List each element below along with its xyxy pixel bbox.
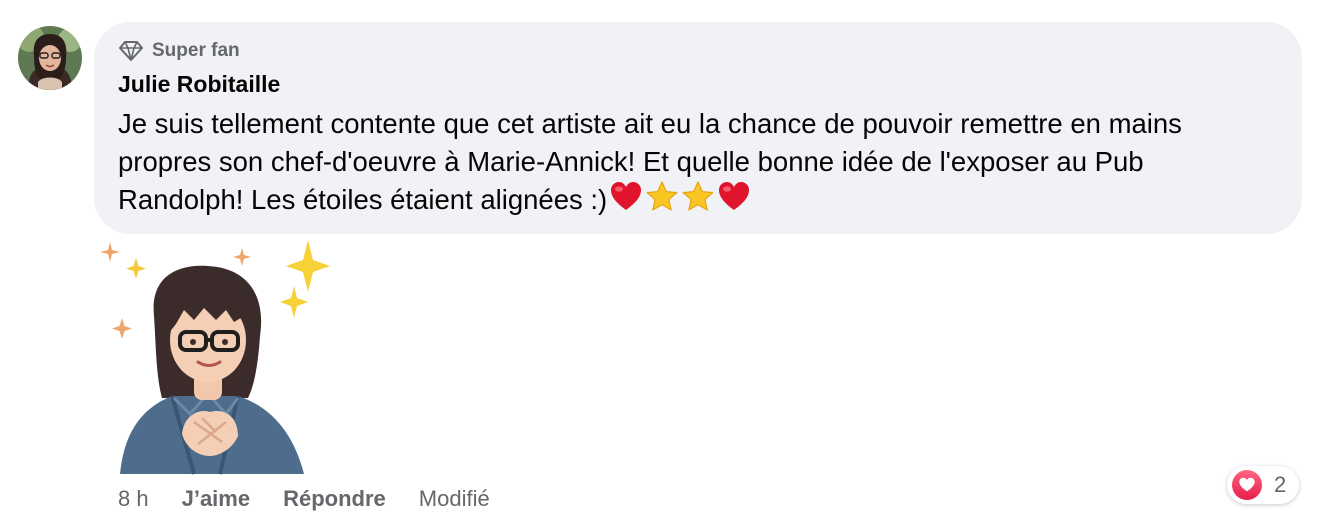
star-icon bbox=[682, 181, 714, 211]
red-heart-icon bbox=[719, 182, 750, 210]
sparkle-icon bbox=[233, 248, 251, 266]
reaction-summary[interactable]: 2 bbox=[1227, 466, 1299, 504]
sparkle-icon bbox=[126, 258, 146, 279]
sparkle-icon bbox=[112, 318, 132, 339]
comment-actions: 8 h J’aime Répondre Modifié bbox=[118, 486, 490, 512]
author-avatar[interactable] bbox=[18, 26, 82, 90]
love-reaction-icon bbox=[1232, 470, 1262, 500]
avatar-photo bbox=[18, 26, 82, 90]
like-button[interactable]: J’aime bbox=[182, 486, 251, 512]
comment-emojis bbox=[609, 180, 751, 214]
sparkle-icon bbox=[286, 240, 330, 292]
reaction-count: 2 bbox=[1274, 472, 1287, 497]
comment-bubble: Super fan Julie Robitaille Je suis telle… bbox=[94, 22, 1302, 234]
sparkle-icon bbox=[280, 286, 308, 318]
edited-label[interactable]: Modifié bbox=[419, 486, 490, 512]
timestamp[interactable]: 8 h bbox=[118, 486, 149, 512]
diamond-icon bbox=[119, 41, 143, 61]
reply-button[interactable]: Répondre bbox=[283, 486, 386, 512]
super-fan-badge[interactable]: Super fan bbox=[118, 40, 240, 62]
badge-label: Super fan bbox=[152, 40, 240, 61]
avatar-sticker[interactable] bbox=[98, 236, 334, 476]
red-heart-icon bbox=[611, 182, 642, 210]
sparkle-icon bbox=[100, 242, 120, 262]
star-icon bbox=[646, 181, 678, 211]
comment-text: Je suis tellement contente que cet artis… bbox=[118, 105, 1268, 219]
author-name[interactable]: Julie Robitaille bbox=[118, 71, 280, 98]
